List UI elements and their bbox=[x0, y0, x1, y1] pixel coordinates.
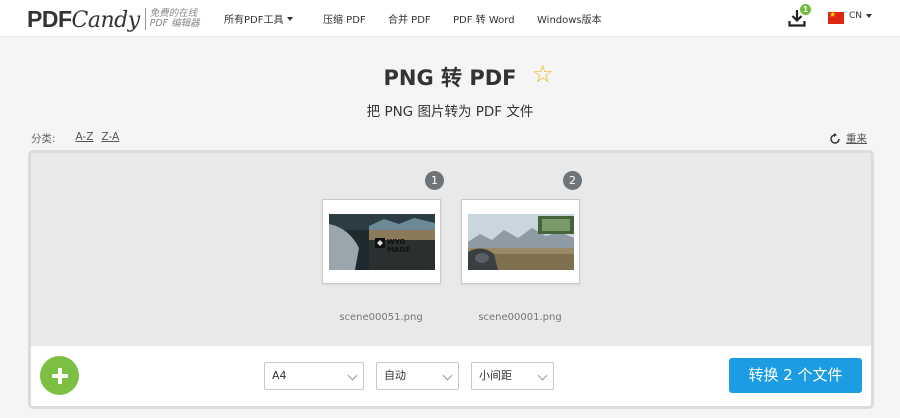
language-selector[interactable]: CN bbox=[849, 11, 873, 21]
sort-label: 分类: bbox=[31, 133, 56, 145]
nav-windows-version[interactable]: Windows版本 bbox=[537, 0, 602, 37]
logo-tagline: 免费的在线 PDF 编辑器 bbox=[149, 8, 200, 29]
nav-merge-pdf[interactable]: 合并 PDF bbox=[388, 0, 431, 37]
top-header: PDFCandy 免费的在线 PDF 编辑器 所有PDF工具 压缩 PDF 合并… bbox=[0, 0, 900, 37]
china-flag-icon[interactable]: ★ bbox=[828, 10, 844, 24]
download-count-badge: 1 bbox=[800, 4, 811, 15]
file-name: scene00001.png bbox=[478, 312, 562, 323]
orientation-select[interactable]: 自动 bbox=[376, 362, 459, 390]
sort-controls: 分类: A-Z Z-A bbox=[31, 131, 119, 146]
page-size-select[interactable]: A4 bbox=[264, 362, 364, 390]
reset-button[interactable]: 重来 bbox=[829, 131, 867, 146]
logo-word-pdf: PDF bbox=[27, 5, 72, 32]
chevron-down-icon bbox=[347, 370, 358, 381]
file-name: scene00051.png bbox=[339, 312, 423, 323]
sort-za-link[interactable]: Z-A bbox=[101, 131, 119, 146]
svg-text:WYO: WYO bbox=[387, 238, 406, 246]
plus-icon bbox=[51, 367, 68, 384]
page-subtitle: 把 PNG 图片转为 PDF 文件 bbox=[366, 104, 534, 120]
nav-compress-pdf[interactable]: 压缩 PDF bbox=[323, 0, 366, 37]
nav-pdf-to-word[interactable]: PDF 转 Word bbox=[453, 0, 515, 37]
sort-az-link[interactable]: A-Z bbox=[76, 131, 94, 146]
convert-button[interactable]: 转换 2 个文件 bbox=[729, 358, 862, 393]
add-file-button[interactable] bbox=[40, 356, 79, 395]
file-card[interactable] bbox=[461, 199, 580, 284]
reset-icon bbox=[830, 132, 840, 144]
file-thumbnail: WYO MADE bbox=[329, 214, 435, 270]
star-outline-icon[interactable]: ☆ bbox=[532, 60, 554, 88]
file-card[interactable]: WYO MADE bbox=[322, 199, 441, 284]
caret-down-icon bbox=[287, 16, 294, 21]
chevron-down-icon bbox=[537, 370, 548, 381]
logo-word-candy: Candy bbox=[71, 7, 141, 33]
chevron-down-icon bbox=[442, 370, 453, 381]
logo[interactable]: PDFCandy 免费的在线 PDF 编辑器 bbox=[27, 5, 200, 33]
caret-down-icon bbox=[866, 14, 873, 18]
margin-select[interactable]: 小间距 bbox=[471, 362, 554, 390]
nav-all-pdf-tools[interactable]: 所有PDF工具 bbox=[224, 0, 294, 37]
file-index-badge: 2 bbox=[563, 171, 582, 190]
page-title: PNG 转 PDF bbox=[383, 66, 517, 90]
svg-text:MADE: MADE bbox=[387, 246, 410, 254]
logo-divider bbox=[144, 8, 146, 30]
file-thumbnail bbox=[468, 214, 574, 270]
file-index-badge: 1 bbox=[425, 171, 444, 190]
